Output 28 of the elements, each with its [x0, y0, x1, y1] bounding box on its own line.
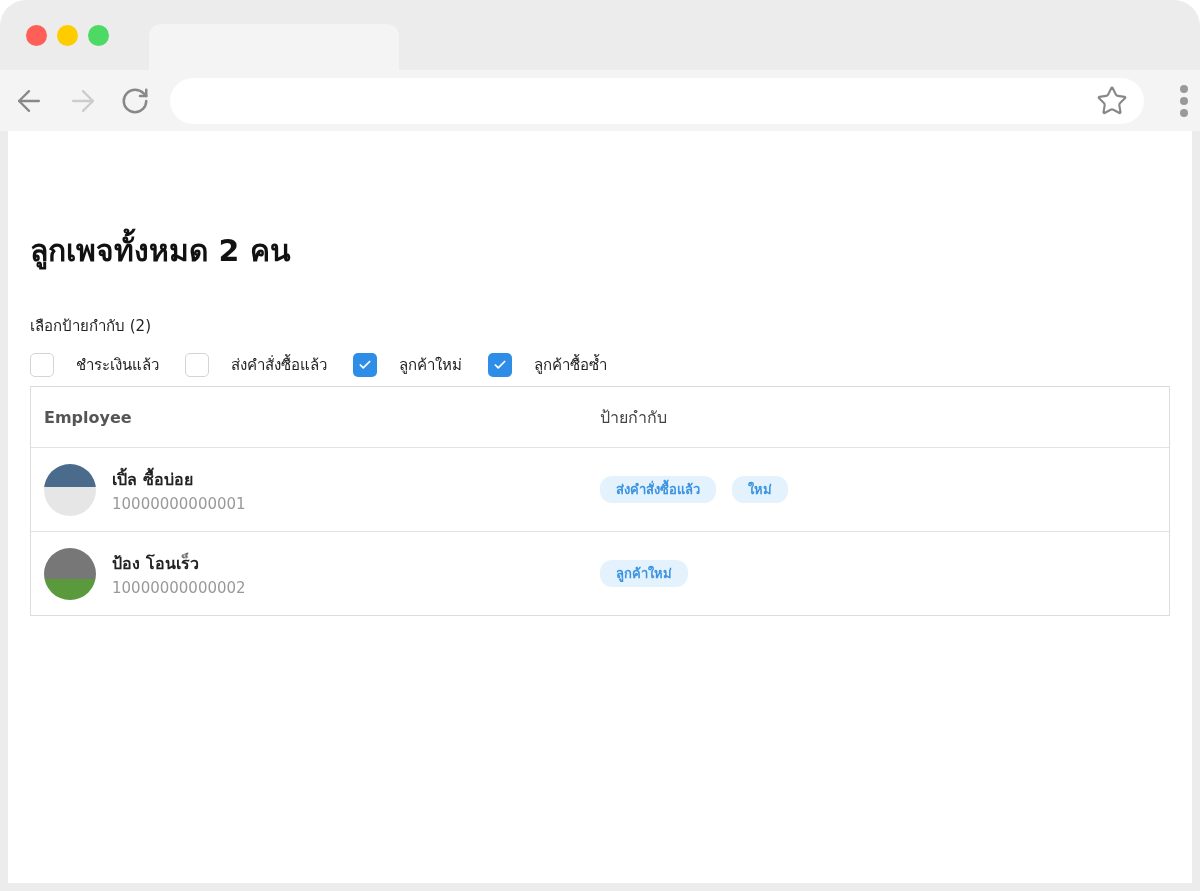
page-title: ลูกเพจทั้งหมด 2 คน: [30, 227, 1170, 274]
check-icon: [358, 358, 372, 372]
minimize-icon[interactable]: [57, 25, 78, 46]
checkbox[interactable]: [353, 353, 377, 377]
checkbox-label: ลูกค้าซื้อซ้ำ: [534, 353, 607, 376]
employee-name: ป้อง โอนเร็ว: [112, 551, 200, 575]
checkbox[interactable]: [30, 353, 54, 377]
maximize-icon[interactable]: [88, 25, 109, 46]
column-header: Employee: [44, 407, 133, 427]
tag: ใหม่: [732, 476, 788, 503]
tag: ส่งคำสั่งซื้อแล้ว: [600, 476, 716, 503]
checkbox-label: ส่งคำสั่งซื้อแล้ว: [231, 353, 327, 376]
menu-icon[interactable]: [1180, 83, 1188, 118]
checkbox-label: ลูกค้าใหม่: [399, 355, 462, 376]
checkbox[interactable]: [185, 353, 209, 377]
check-icon: [493, 358, 507, 372]
star-icon[interactable]: [1096, 84, 1128, 117]
filter-label: เลือกป้ายกำกับ (2): [30, 316, 152, 337]
avatar-photo-placeholder: [44, 547, 96, 600]
tag: ลูกค้าใหม่: [600, 560, 688, 587]
column-header: ป้ายกำกับ: [600, 406, 668, 429]
avatar-photo-placeholder: [44, 463, 96, 516]
employee-name: เปิ้ล ซื้อบ่อย: [112, 466, 194, 491]
employee-id: 10000000000001: [112, 494, 246, 513]
checkbox[interactable]: [488, 353, 512, 377]
close-icon[interactable]: [26, 25, 47, 46]
employee-id: 10000000000002: [112, 578, 246, 597]
checkbox-label: ชำระเงินแล้ว: [76, 355, 159, 376]
